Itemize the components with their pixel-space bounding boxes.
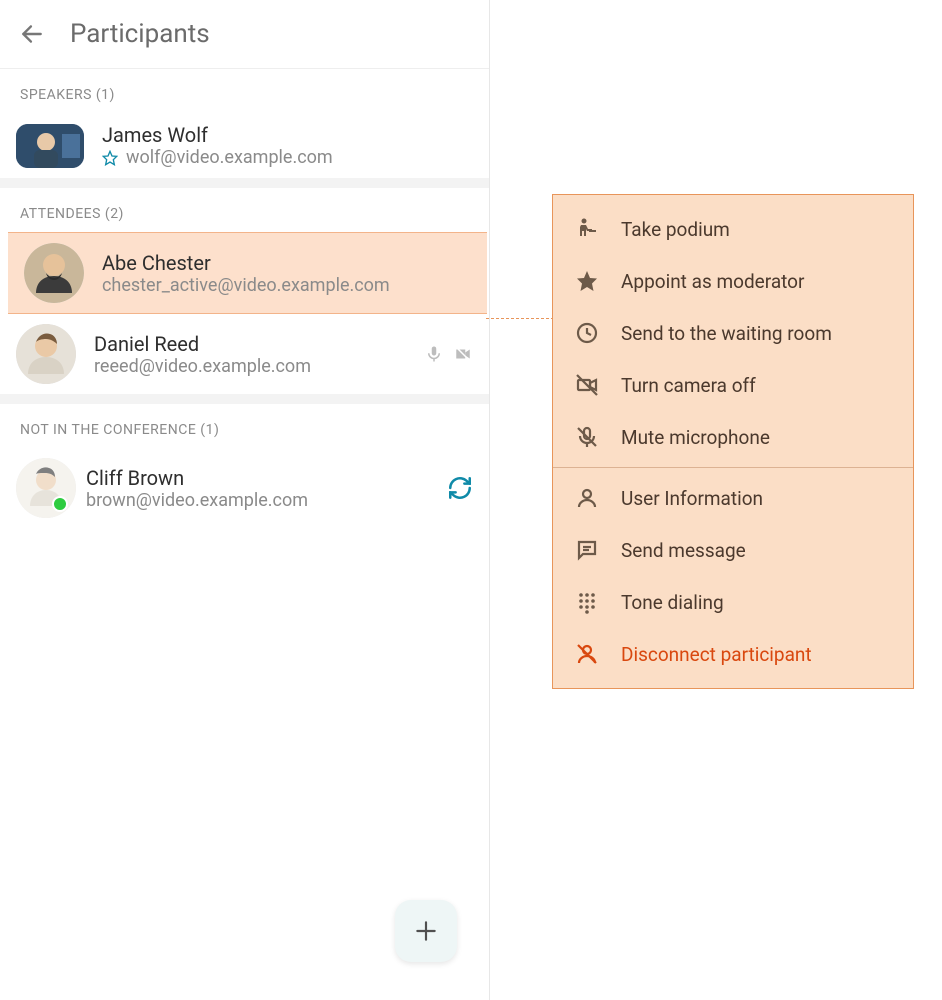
participant-email: brown@video.example.com xyxy=(86,490,308,511)
participant-email: wolf@video.example.com xyxy=(126,147,333,168)
participant-email: chester_active@video.example.com xyxy=(102,275,390,296)
mic-muted-icon xyxy=(425,345,443,363)
separator xyxy=(0,394,489,404)
menu-divider xyxy=(553,467,913,468)
context-connector xyxy=(486,318,554,319)
participant-info: Cliff Brown brown@video.example.com xyxy=(86,466,429,511)
add-participant-button[interactable] xyxy=(395,900,457,962)
participant-info: James Wolf wolf@video.example.com xyxy=(102,123,473,168)
participant-row-cliff[interactable]: Cliff Brown brown@video.example.com xyxy=(0,448,489,528)
menu-mute-microphone[interactable]: Mute microphone xyxy=(553,411,913,463)
menu-send-waiting-room[interactable]: Send to the waiting room xyxy=(553,307,913,359)
menu-tone-dialing[interactable]: Tone dialing xyxy=(553,576,913,628)
participant-row-daniel[interactable]: Daniel Reed reeed@video.example.com xyxy=(0,314,489,394)
menu-label: Send message xyxy=(621,539,746,562)
menu-label: Send to the waiting room xyxy=(621,322,832,345)
menu-label: User Information xyxy=(621,487,763,510)
podium-icon xyxy=(573,217,601,241)
menu-label: Disconnect participant xyxy=(621,643,812,666)
menu-label: Turn camera off xyxy=(621,374,756,397)
menu-label: Tone dialing xyxy=(621,591,724,614)
avatar xyxy=(24,243,84,303)
clock-icon xyxy=(573,321,601,345)
participant-name: Daniel Reed xyxy=(94,332,407,356)
media-status-icons xyxy=(425,345,473,363)
menu-label: Mute microphone xyxy=(621,426,770,449)
participant-info: Daniel Reed reeed@video.example.com xyxy=(94,332,407,377)
disconnect-icon xyxy=(573,642,601,666)
panel-header: Participants xyxy=(0,0,489,69)
section-label-absent: NOT IN THE CONFERENCE (1) xyxy=(0,404,489,448)
menu-label: Appoint as moderator xyxy=(621,270,804,293)
section-label-attendees: ATTENDEES (2) xyxy=(0,188,489,232)
participant-name: James Wolf xyxy=(102,123,473,147)
plus-icon xyxy=(413,918,439,944)
star-icon xyxy=(573,269,601,293)
menu-disconnect-participant[interactable]: Disconnect participant xyxy=(553,628,913,680)
mic-off-icon xyxy=(573,425,601,449)
participant-context-menu: Take podium Appoint as moderator Send to… xyxy=(552,194,914,689)
menu-user-info[interactable]: User Information xyxy=(553,472,913,524)
avatar xyxy=(16,324,76,384)
camera-off-icon xyxy=(453,345,473,363)
refresh-icon xyxy=(447,475,473,501)
participant-name: Cliff Brown xyxy=(86,466,429,490)
participants-panel: Participants SPEAKERS (1) James Wolf wol… xyxy=(0,0,490,1000)
arrow-left-icon xyxy=(19,21,45,47)
presence-dot-icon xyxy=(52,496,68,512)
dialpad-icon xyxy=(573,590,601,614)
menu-turn-camera-off[interactable]: Turn camera off xyxy=(553,359,913,411)
participant-info: Abe Chester chester_active@video.example… xyxy=(102,251,471,296)
reconnect-button[interactable] xyxy=(447,475,473,501)
menu-label: Take podium xyxy=(621,218,730,241)
back-button[interactable] xyxy=(16,18,48,50)
menu-take-podium[interactable]: Take podium xyxy=(553,203,913,255)
avatar xyxy=(16,124,84,168)
separator xyxy=(0,178,489,188)
participant-name: Abe Chester xyxy=(102,251,471,275)
page-title: Participants xyxy=(70,19,210,49)
menu-appoint-moderator[interactable]: Appoint as moderator xyxy=(553,255,913,307)
menu-send-message[interactable]: Send message xyxy=(553,524,913,576)
participant-row-james[interactable]: James Wolf wolf@video.example.com xyxy=(0,113,489,178)
participant-row-abe[interactable]: Abe Chester chester_active@video.example… xyxy=(8,232,487,314)
participant-email: reeed@video.example.com xyxy=(94,356,311,377)
person-icon xyxy=(573,486,601,510)
avatar xyxy=(16,458,76,518)
star-icon xyxy=(102,150,118,166)
camera-off-icon xyxy=(573,373,601,397)
message-icon xyxy=(573,538,601,562)
section-label-speakers: SPEAKERS (1) xyxy=(0,69,489,113)
